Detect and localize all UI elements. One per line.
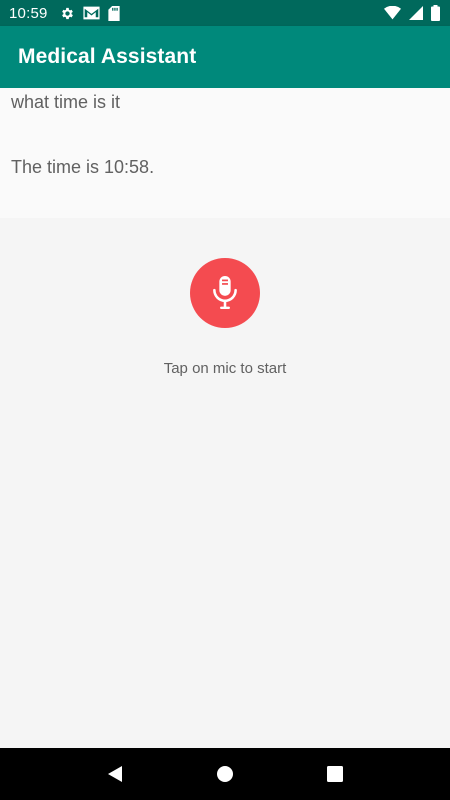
conversation-panel: what time is it The time is 10:58.: [0, 88, 450, 218]
recents-button[interactable]: [315, 754, 355, 794]
status-right: [384, 5, 440, 21]
nav-bar: [0, 748, 450, 800]
mic-hint: Tap on mic to start: [163, 360, 287, 377]
battery-icon: [431, 5, 440, 21]
cell-signal-icon: [409, 6, 423, 20]
mic-button[interactable]: [190, 258, 260, 328]
assistant-message: The time is 10:58.: [11, 157, 155, 177]
status-left: 10:59: [9, 5, 120, 22]
gear-icon: [60, 6, 75, 21]
user-message: what time is it: [11, 92, 121, 112]
status-bar: 10:59: [0, 0, 450, 26]
home-icon: [215, 764, 235, 784]
wifi-icon: [384, 6, 401, 20]
recents-icon: [326, 765, 344, 783]
microphone-icon: [208, 273, 242, 313]
sd-card-icon: [107, 5, 120, 21]
back-icon: [106, 764, 124, 784]
home-button[interactable]: [205, 754, 245, 794]
back-button[interactable]: [95, 754, 135, 794]
app-title: Medical Assistant: [18, 45, 197, 68]
gmail-icon: [82, 6, 100, 20]
status-time: 10:59: [9, 4, 48, 22]
app-bar: Medical Assistant: [0, 26, 450, 88]
